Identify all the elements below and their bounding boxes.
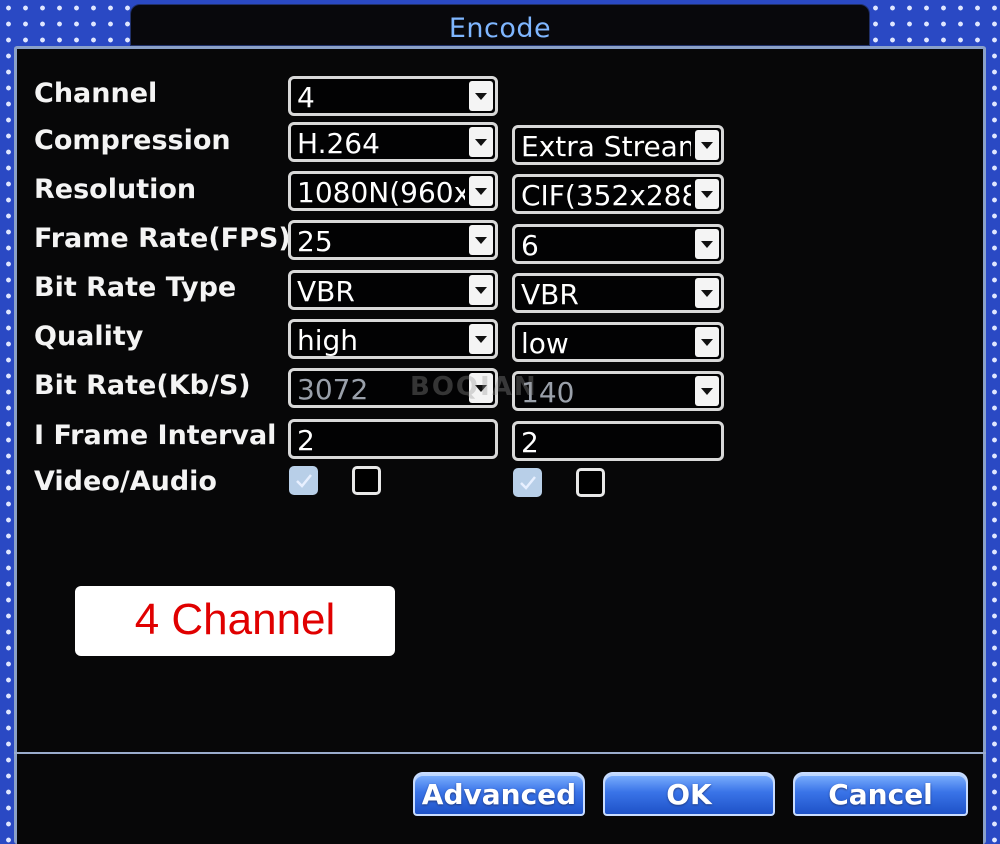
advanced-button[interactable]: Advanced (413, 772, 585, 816)
extra-quality-select[interactable]: low (512, 322, 724, 362)
main-resolution-select[interactable]: 1080N(960x (288, 171, 498, 211)
title-bar: Encode (130, 4, 870, 46)
extra-frame-rate-select[interactable]: 6 (512, 224, 724, 264)
extra-audio-checkbox[interactable] (576, 468, 605, 497)
divider (14, 752, 986, 754)
watermark-logo: BOQIAN (410, 372, 538, 402)
chevron-down-icon[interactable] (695, 376, 719, 406)
main-audio-checkbox[interactable] (352, 466, 381, 495)
main-frame-rate-select[interactable]: 25 (288, 220, 498, 260)
chevron-down-icon[interactable] (469, 81, 493, 111)
extra-resolution-select[interactable]: CIF(352x288 (512, 174, 724, 214)
chevron-down-icon[interactable] (695, 130, 719, 160)
label-frame-rate: Frame Rate(FPS) (34, 223, 291, 254)
cancel-button[interactable]: Cancel (793, 772, 968, 816)
chevron-down-icon[interactable] (695, 327, 719, 357)
extra-video-checkbox[interactable] (513, 468, 542, 497)
ok-button[interactable]: OK (603, 772, 775, 816)
badge-text: 4 Channel (134, 595, 336, 644)
label-i-frame-interval: I Frame Interval (34, 420, 277, 451)
ok-button-label: OK (666, 778, 712, 811)
chevron-down-icon[interactable] (695, 278, 719, 308)
label-bit-rate-type: Bit Rate Type (34, 272, 237, 303)
channel-select[interactable]: 4 (288, 76, 498, 116)
window-title: Encode (448, 13, 552, 44)
extra-quality-value: low (521, 327, 569, 360)
extra-frame-rate-value: 6 (521, 229, 539, 262)
extra-bit-rate-select[interactable]: 140 (512, 371, 724, 411)
chevron-down-icon[interactable] (469, 127, 493, 157)
channel-value: 4 (297, 81, 315, 114)
main-resolution-value: 1080N(960x (297, 176, 465, 209)
extra-stream-select[interactable]: Extra Stream (512, 125, 724, 165)
main-i-frame-interval-input[interactable]: 2 (288, 419, 498, 459)
extra-i-frame-interval-input[interactable]: 2 (512, 421, 724, 461)
main-quality-value: high (297, 324, 359, 357)
main-bit-rate-type-select[interactable]: VBR (288, 270, 498, 310)
extra-bit-rate-type-select[interactable]: VBR (512, 273, 724, 313)
extra-stream-value: Extra Stream (521, 130, 691, 163)
label-bit-rate: Bit Rate(Kb/S) (34, 370, 251, 401)
main-i-frame-interval-value: 2 (297, 424, 315, 457)
chevron-down-icon[interactable] (469, 324, 493, 354)
extra-bit-rate-value: 140 (521, 376, 575, 409)
chevron-down-icon[interactable] (695, 229, 719, 259)
chevron-down-icon[interactable] (469, 176, 493, 206)
extra-i-frame-interval-value: 2 (521, 426, 539, 459)
main-frame-rate-value: 25 (297, 225, 333, 258)
chevron-down-icon[interactable] (469, 225, 493, 255)
main-compression-value: H.264 (297, 127, 380, 160)
check-icon (520, 476, 536, 490)
main-quality-select[interactable]: high (288, 319, 498, 359)
label-video-audio: Video/Audio (34, 466, 217, 497)
extra-resolution-value: CIF(352x288 (521, 179, 691, 212)
label-resolution: Resolution (34, 174, 197, 205)
main-compression-select[interactable]: H.264 (288, 122, 498, 162)
chevron-down-icon[interactable] (469, 275, 493, 305)
label-compression: Compression (34, 125, 231, 156)
chevron-down-icon[interactable] (695, 179, 719, 209)
channel-count-badge: 4 Channel (75, 586, 395, 656)
main-video-checkbox[interactable] (289, 466, 318, 495)
check-icon (296, 474, 312, 488)
cancel-button-label: Cancel (828, 778, 933, 811)
advanced-button-label: Advanced (421, 778, 577, 811)
label-quality: Quality (34, 321, 144, 352)
main-bit-rate-type-value: VBR (297, 275, 355, 308)
extra-bit-rate-type-value: VBR (521, 278, 579, 311)
label-channel: Channel (34, 78, 158, 109)
